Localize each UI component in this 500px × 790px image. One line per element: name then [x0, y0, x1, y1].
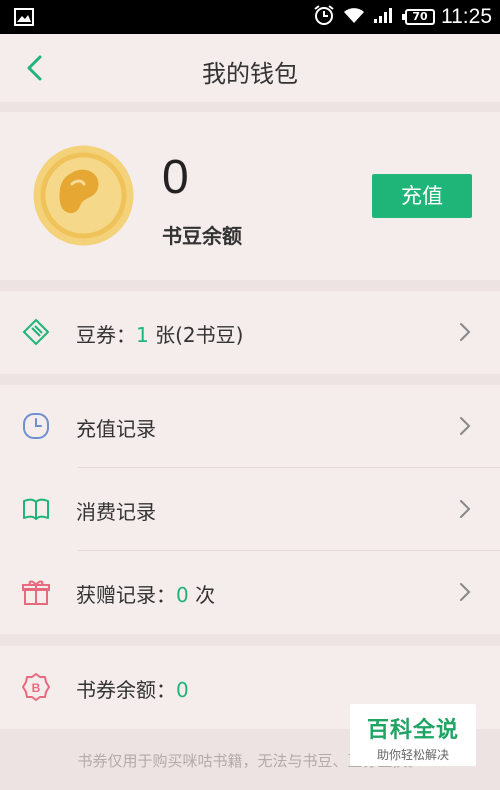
recharge-records-label: 充值记录 — [76, 417, 156, 441]
signal-icon — [373, 6, 397, 28]
gift-count: 0 — [176, 583, 189, 607]
voucher-label-prefix: 书券余额： — [76, 678, 176, 702]
gift-label-suffix: 次 — [188, 583, 216, 607]
voucher-value: 0 — [176, 678, 189, 702]
svg-text:B: B — [32, 681, 41, 695]
recharge-button[interactable]: 充值 — [372, 174, 472, 218]
alarm-icon — [313, 4, 335, 30]
spend-records-row[interactable]: 消费记录 — [0, 468, 500, 551]
recharge-records-row[interactable]: 充值记录 — [0, 385, 500, 468]
watermark-subtitle: 助你轻松解决 — [376, 748, 449, 762]
bean-balance-label: 书豆余额 — [162, 224, 242, 248]
coupon-label-prefix: 豆券： — [76, 323, 136, 347]
chevron-right-icon — [458, 581, 472, 603]
coupon-count: 1 — [136, 323, 149, 347]
battery-icon: 70 — [402, 9, 435, 25]
status-bar: 70 11:25 — [0, 0, 500, 34]
page-title: 我的钱包 — [202, 60, 298, 88]
gift-records-row[interactable]: 获赠记录：0 次 — [0, 551, 500, 634]
gift-records-label: 获赠记录：0 次 — [76, 579, 215, 608]
bean-balance-value: 0 — [162, 151, 189, 204]
chevron-right-icon — [458, 321, 472, 343]
chevron-right-icon — [458, 498, 472, 520]
watermark-logo: 百科全说 助你轻松解决 — [350, 704, 476, 766]
watermark-title: 百科全说 — [366, 718, 459, 743]
gift-label-prefix: 获赠记录： — [76, 583, 176, 607]
wallet-card: 0 书豆余额 充值 — [0, 112, 500, 280]
gift-icon — [22, 578, 50, 606]
gallery-icon — [14, 8, 34, 30]
wifi-icon — [343, 6, 365, 28]
status-time: 11:25 — [441, 5, 492, 28]
voucher-badge-icon: B — [22, 673, 50, 701]
voucher-balance-label: 书券余额：0 — [76, 674, 189, 703]
app-header: 我的钱包 — [0, 34, 500, 102]
coupon-row[interactable]: 豆券：1 张(2书豆) — [0, 291, 500, 374]
coupon-label: 豆券：1 张(2书豆) — [76, 319, 243, 348]
coupon-label-suffix: 张(2书豆) — [148, 323, 244, 347]
spend-records-label: 消费记录 — [76, 500, 156, 524]
ticket-icon — [22, 318, 50, 346]
chevron-right-icon — [458, 415, 472, 437]
clock-icon — [22, 412, 50, 440]
bean-coin-icon — [32, 144, 135, 247]
book-icon — [22, 495, 50, 523]
